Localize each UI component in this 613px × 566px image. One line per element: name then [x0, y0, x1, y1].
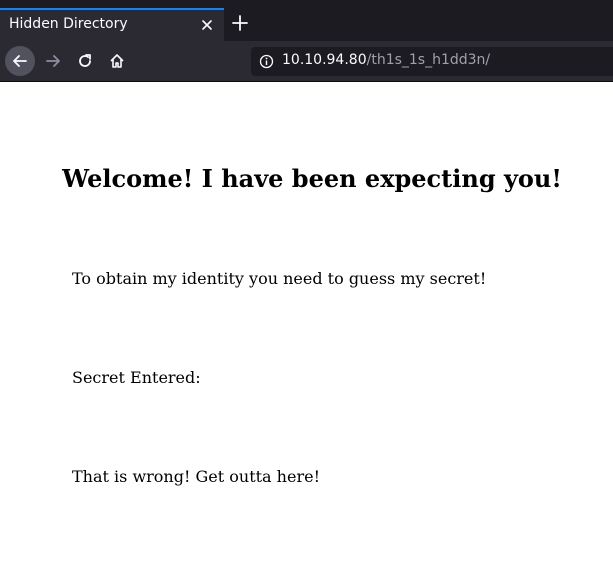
address-bar[interactable]: 10.10.94.80/th1s_1s_h1dd3n/	[251, 47, 613, 76]
url-text[interactable]: 10.10.94.80/th1s_1s_h1dd3n/	[282, 52, 490, 68]
url-path: /th1s_1s_h1dd3n/	[366, 52, 491, 68]
info-icon[interactable]	[259, 54, 274, 69]
active-tab[interactable]: Hidden Directory	[0, 8, 224, 41]
close-icon[interactable]	[198, 16, 216, 34]
plus-icon[interactable]	[230, 13, 250, 33]
navigation-toolbar: 10.10.94.80/th1s_1s_h1dd3n/	[0, 41, 613, 82]
secret-label: Secret Entered:	[72, 368, 201, 387]
url-host: 10.10.94.80	[282, 52, 367, 68]
forward-arrow-icon	[46, 55, 60, 67]
reload-icon	[79, 54, 91, 67]
page-heading: Welcome! I have been expecting you!	[62, 164, 562, 193]
back-arrow-icon	[13, 55, 27, 67]
forward-button[interactable]	[38, 46, 68, 76]
tab-bar: Hidden Directory	[0, 0, 613, 41]
reload-button[interactable]	[70, 46, 100, 76]
back-button[interactable]	[5, 46, 35, 76]
result-message: That is wrong! Get outta here!	[72, 467, 320, 486]
home-icon	[110, 54, 124, 68]
home-button[interactable]	[102, 46, 132, 76]
tab-title: Hidden Directory	[9, 16, 128, 32]
page-content: Welcome! I have been expecting you! To o…	[0, 82, 613, 566]
prompt-text: To obtain my identity you need to guess …	[72, 269, 487, 288]
